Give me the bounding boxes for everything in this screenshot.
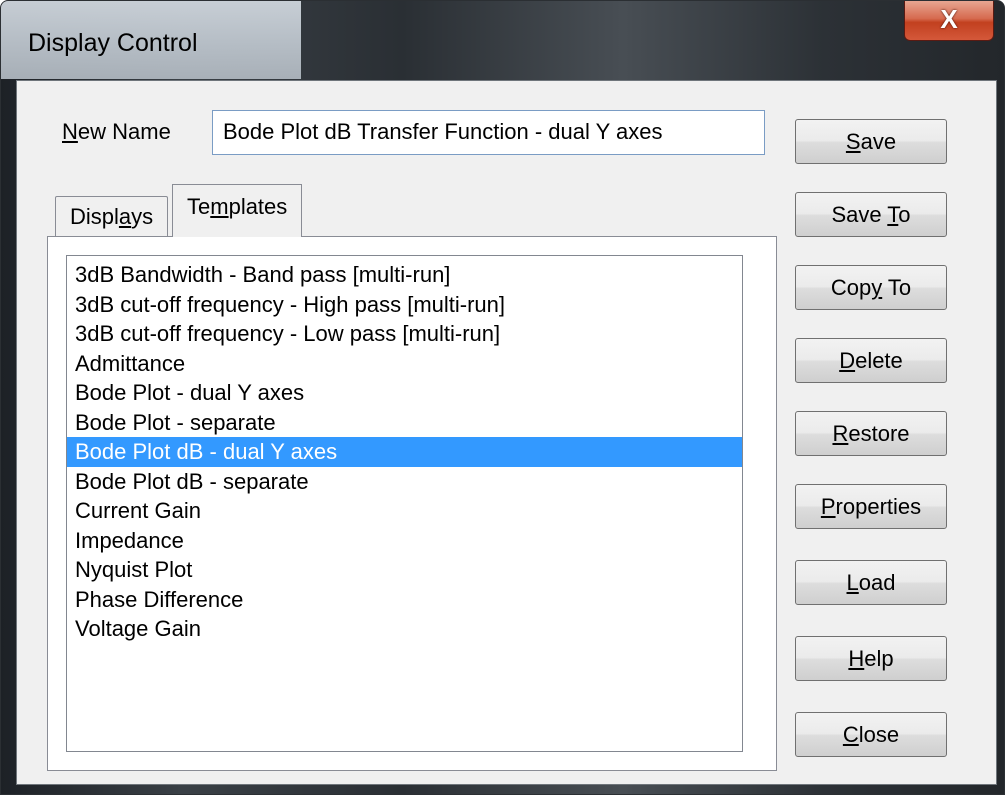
title-bar[interactable]: Display Control X bbox=[1, 1, 1004, 79]
copy-to-button[interactable]: Copy To bbox=[795, 265, 947, 310]
save-button-label-post: ave bbox=[860, 129, 897, 154]
restore-button-label-post: estore bbox=[848, 421, 910, 446]
delete-button-label-accel: D bbox=[839, 348, 856, 373]
restore-button[interactable]: Restore bbox=[795, 411, 947, 456]
properties-button-label-accel: P bbox=[820, 494, 836, 519]
dialog-client-area: New Name Bode Plot dB Transfer Function … bbox=[16, 80, 997, 785]
close-icon: X bbox=[940, 4, 958, 34]
tab-templates-pre: Te bbox=[187, 194, 211, 219]
restore-button-label-accel: R bbox=[832, 421, 849, 446]
templates-listbox[interactable]: 3dB Bandwidth - Band pass [multi-run] 3dB… bbox=[66, 255, 743, 752]
list-item[interactable]: Phase Difference bbox=[67, 585, 742, 615]
list-item[interactable]: 3dB cut-off frequency - High pass [multi… bbox=[67, 290, 742, 320]
window-title: Display Control bbox=[28, 29, 198, 57]
delete-button-label-post: elete bbox=[855, 348, 903, 373]
delete-button[interactable]: Delete bbox=[795, 338, 947, 383]
properties-button[interactable]: Properties bbox=[795, 484, 947, 529]
new-name-input[interactable]: Bode Plot dB Transfer Function - dual Y … bbox=[212, 110, 765, 155]
load-button-label-accel: L bbox=[846, 570, 859, 595]
new-name-label: New Name bbox=[62, 119, 171, 145]
list-item[interactable]: 3dB cut-off frequency - Low pass [multi-… bbox=[67, 319, 742, 349]
help-button-label-post: elp bbox=[864, 646, 894, 671]
save-button-label-accel: S bbox=[845, 129, 861, 154]
list-item[interactable]: Bode Plot - dual Y axes bbox=[67, 378, 742, 408]
copy-to-button-label-pre: Cop bbox=[830, 275, 872, 300]
list-item[interactable]: Nyquist Plot bbox=[67, 555, 742, 585]
tab-templates-post: plates bbox=[228, 194, 288, 219]
new-name-label-rest: ew Name bbox=[77, 119, 171, 144]
load-button[interactable]: Load bbox=[795, 560, 947, 605]
new-name-label-accel: N bbox=[62, 119, 78, 144]
tab-displays-accel: a bbox=[118, 204, 132, 229]
save-to-button-label-pre: Save bbox=[831, 202, 888, 227]
save-to-button-label-post: o bbox=[898, 202, 911, 227]
list-item[interactable]: Bode Plot - separate bbox=[67, 408, 742, 438]
list-item[interactable]: Admittance bbox=[67, 349, 742, 379]
tab-displays-post: ys bbox=[131, 204, 154, 229]
tab-displays-pre: Displ bbox=[70, 204, 119, 229]
display-control-window: Display Control X New Name Bode Plot dB … bbox=[0, 0, 1005, 795]
list-item[interactable]: Bode Plot dB - separate bbox=[67, 467, 742, 497]
copy-to-button-label-post: To bbox=[882, 275, 912, 300]
save-to-button-label-accel: T bbox=[887, 202, 899, 227]
tab-displays[interactable]: Displays bbox=[55, 196, 169, 236]
list-item[interactable]: Impedance bbox=[67, 526, 742, 556]
save-button[interactable]: Save bbox=[795, 119, 947, 164]
tab-templates-accel: m bbox=[210, 194, 229, 219]
copy-to-button-label-accel: y bbox=[871, 275, 883, 300]
help-button[interactable]: Help bbox=[795, 636, 947, 681]
properties-button-label-post: roperties bbox=[835, 494, 922, 519]
list-item[interactable]: 3dB Bandwidth - Band pass [multi-run] bbox=[67, 260, 742, 290]
close-button-label-post: lose bbox=[858, 722, 900, 747]
list-item[interactable]: Voltage Gain bbox=[67, 614, 742, 644]
close-button[interactable]: Close bbox=[795, 712, 947, 757]
close-button-label-accel: C bbox=[842, 722, 859, 747]
templates-tab-panel: 3dB Bandwidth - Band pass [multi-run] 3dB… bbox=[47, 236, 777, 771]
help-button-label-accel: H bbox=[848, 646, 865, 671]
save-to-button[interactable]: Save To bbox=[795, 192, 947, 237]
tab-templates[interactable]: Templates bbox=[172, 184, 303, 237]
list-item[interactable]: Bode Plot dB - dual Y axes bbox=[67, 437, 742, 467]
close-window-button[interactable]: X bbox=[904, 1, 994, 41]
load-button-label-post: oad bbox=[858, 570, 896, 595]
list-item[interactable]: Current Gain bbox=[67, 496, 742, 526]
